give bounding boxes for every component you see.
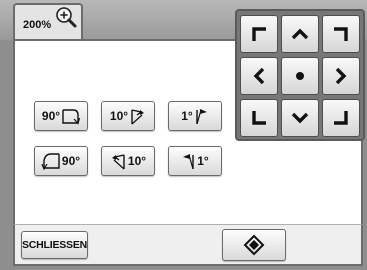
move-down-button[interactable] [281, 99, 319, 137]
corner-bottom-left-icon [252, 111, 266, 125]
rotate-cw-10-label: 10° [109, 109, 129, 123]
rotate-clockwise-small-flag-icon [196, 109, 207, 125]
corner-bottom-right-icon [334, 111, 348, 125]
move-up-button[interactable] [281, 15, 319, 53]
rotate-counterclockwise-flag-icon [111, 154, 125, 170]
close-button[interactable]: SCHLIESSEN [21, 231, 88, 259]
zoom-label: 200% [23, 19, 52, 31]
rotate-confirm-diamond-icon [243, 234, 265, 256]
confirm-button[interactable] [222, 229, 286, 261]
rotate-ccw-10-label: 10° [127, 154, 147, 168]
close-button-label: SCHLIESSEN [21, 239, 88, 251]
move-right-button[interactable] [322, 57, 360, 95]
chevron-left-icon [253, 67, 265, 85]
center-dot-icon [296, 72, 304, 80]
move-up-left-button[interactable] [240, 15, 278, 53]
embroidery-edit-screen: 200% 90° 10° 1° 90° 10° 1° SCHLIESSEN [0, 0, 367, 270]
rotate-cw-90-label: 90° [41, 109, 61, 123]
center-button[interactable] [281, 57, 319, 95]
move-down-right-button[interactable] [322, 99, 360, 137]
rotate-ccw-10-button[interactable]: 10° [101, 146, 155, 176]
rotate-ccw-90-button[interactable]: 90° [34, 146, 88, 176]
rotate-cw-10-button[interactable]: 10° [101, 101, 155, 131]
zoom-button[interactable]: 200% [13, 3, 83, 39]
chevron-up-icon [291, 28, 309, 40]
rotate-cw-1-button[interactable]: 1° [168, 101, 222, 131]
move-down-left-button[interactable] [240, 99, 278, 137]
direction-pad [235, 9, 365, 141]
chevron-down-icon [291, 112, 309, 124]
rotate-cw-1-label: 1° [181, 109, 193, 123]
rotate-ccw-1-label: 1° [197, 154, 209, 168]
rotate-counterclockwise-corner-icon [41, 153, 60, 170]
chevron-right-icon [335, 67, 347, 85]
rotate-ccw-90-label: 90° [61, 154, 81, 168]
corner-top-right-icon [334, 27, 348, 41]
rotate-clockwise-corner-icon [62, 109, 81, 125]
corner-top-left-icon [252, 27, 266, 41]
rotate-counterclockwise-small-flag-icon [183, 154, 194, 170]
rotate-cw-90-button[interactable]: 90° [34, 101, 88, 131]
move-up-right-button[interactable] [322, 15, 360, 53]
rotate-clockwise-flag-icon [131, 109, 145, 125]
zoom-in-magnifier-icon [56, 7, 77, 28]
move-left-button[interactable] [240, 57, 278, 95]
rotate-ccw-1-button[interactable]: 1° [168, 146, 222, 176]
